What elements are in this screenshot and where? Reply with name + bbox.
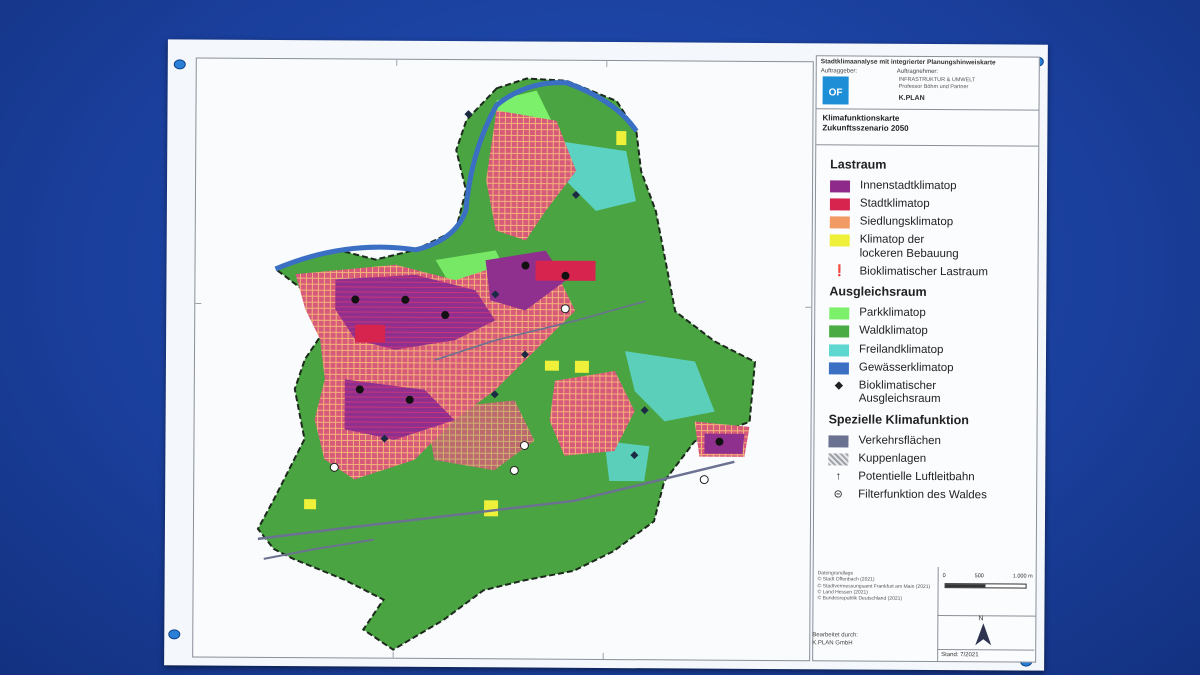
diamond-icon: ◆ [834,379,844,392]
lockere-bebauung-patch [304,499,317,510]
map-area[interactable] [192,57,814,662]
north-arrow: N [937,615,1036,650]
legend-section-lastraum: Lastraum [830,157,887,172]
color-swatch [829,180,851,193]
north-arrow-icon [975,623,992,646]
project-title: Stadtklimaanalyse mit integrierter Planu… [820,58,996,67]
legend-list: Lastraum Innenstadtklimatop Stadtklimato… [814,145,1038,503]
offenbach-logo: OF [822,76,849,105]
pushpin-icon [173,59,186,70]
filter-circle-icon: ⊝ [833,488,843,501]
legend-item: ↑ Potentielle Luftleitbahn [828,470,1036,485]
legend-item: Freilandklimatop [828,343,1037,358]
legend-item: ⊝ Filterfunktion des Waldes [828,488,1036,503]
lockere-bebauung-patch [616,131,627,146]
inner-city-area [704,433,745,454]
legend-item: Siedlungsklimatop [829,216,1038,231]
legend-section-spezielle: Spezielle Klimafunktion [828,412,969,427]
city-climate-map [195,59,812,659]
legend-item: Gewässerklimatop [828,361,1037,376]
color-swatch [829,216,850,229]
contractor-kplan: K.PLAN [898,94,925,102]
map-subtitle: Klimafunktionskarte Zukunftsszenario 205… [816,109,1039,147]
color-swatch [829,234,850,247]
lockere-bebauung-patch [574,360,589,373]
road-swatch [828,435,849,448]
legend-item: ◆ Bioklimatischer Ausgleichsraum [829,379,1037,407]
legend-item: Waldklimatop [829,325,1037,340]
legend-item: Verkehrsflächen [828,434,1036,449]
legend-item: Klimatop der lockeren Bebauung [829,234,1038,262]
arrow-icon: ↑ [835,470,842,483]
scale-bar: 0 500 1.000 m [937,567,1036,617]
color-swatch [829,307,850,320]
lockere-bebauung-patch [544,360,559,371]
color-swatch [828,362,849,375]
legend-panel: Stadtklimaanalyse mit integrierter Planu… [812,55,1040,663]
exclamation-circle-icon: ❗ [832,265,847,278]
color-swatch [829,325,850,338]
scale-bar-graphic [944,583,1027,589]
contractor-infrastruktur: INFRASTRUKTUR & UMWELT Professor Böhm un… [898,76,976,91]
legend-item: Innenstadtklimatop [829,179,1038,194]
legend-item: Parkklimatop [829,307,1037,322]
pushpin-icon [168,629,181,640]
stadtklimatop-patch [355,324,386,343]
legend-section-ausgleichsraum: Ausgleichsraum [829,284,927,300]
color-swatch [828,343,850,357]
legend-item: ❗ Bioklimatischer Lastraum [829,265,1037,280]
climate-map-poster: Stadtklimaanalyse mit integrierter Planu… [164,39,1048,671]
legend-item: Stadtklimatop [829,197,1038,212]
client-label: Auftraggeber: [820,68,858,75]
lockere-bebauung-patch [484,500,499,517]
legend-item: Kuppenlagen [828,452,1036,467]
status-date: Stand: 7/2021 [937,649,1035,662]
edited-by: Bearbeitet durch: K.PLAN GmbH [812,632,859,647]
contractor-label: Auftragnehmer: [896,68,939,76]
legend-header: Stadtklimaanalyse mit integrierter Planu… [816,56,1039,111]
data-sources: Datengrundlage © Stadt Offenbach (2021) … [817,570,931,603]
color-swatch [829,198,850,211]
hatched-swatch [828,453,849,466]
